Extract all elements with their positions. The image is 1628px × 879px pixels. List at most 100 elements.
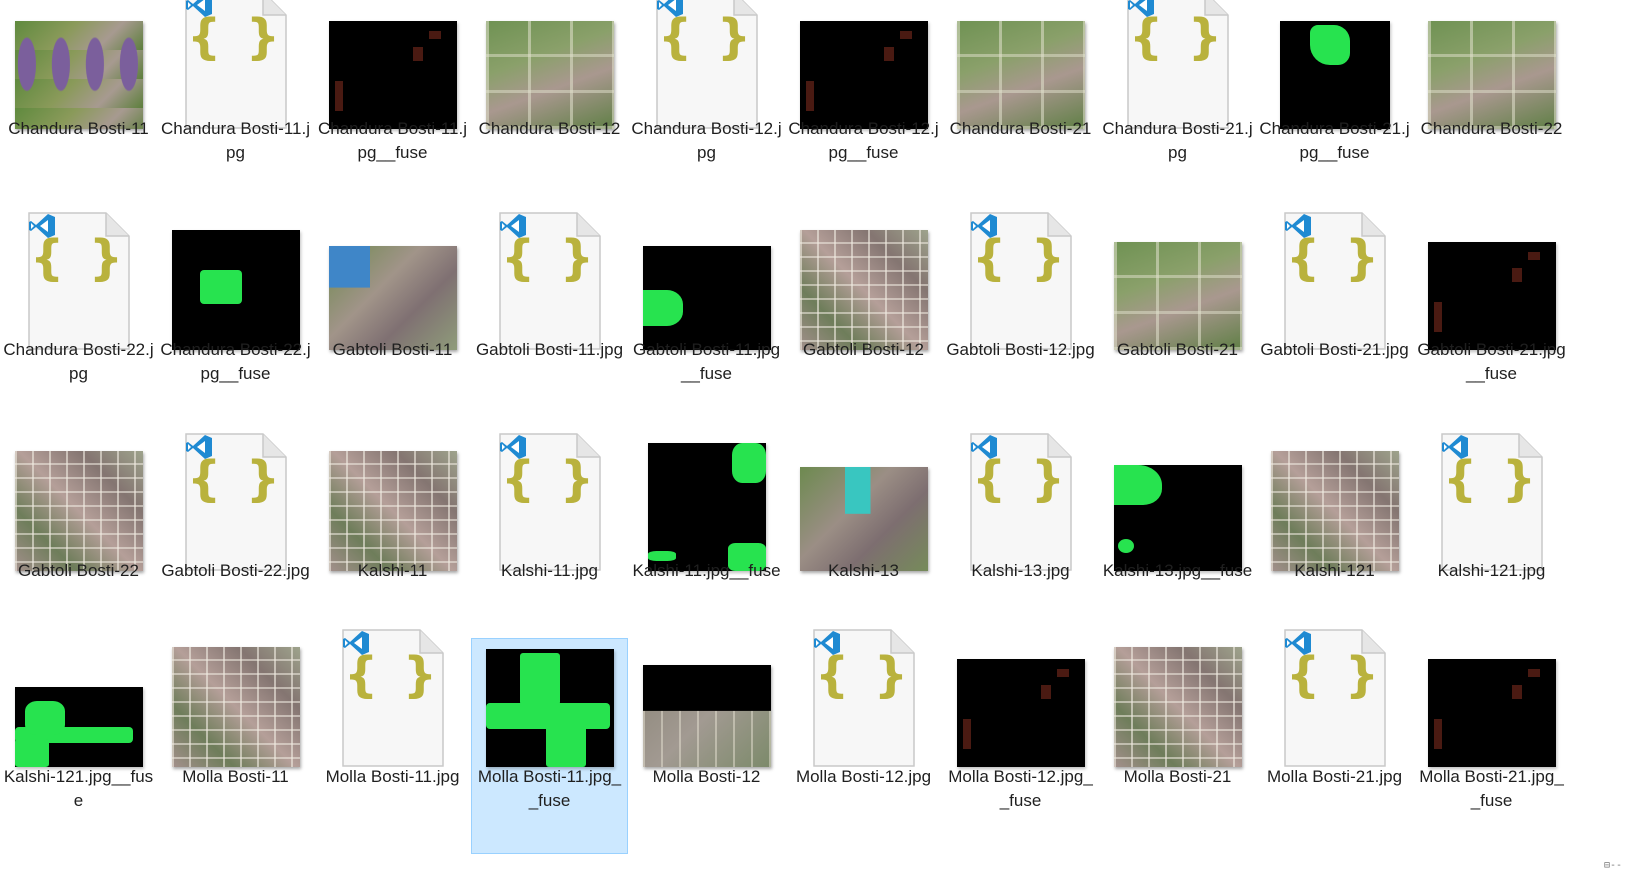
file-item-chandura-bosti-22[interactable]: Chandura Bosti-22 (1413, 0, 1570, 200)
file-item-gabtoli-bosti-11-jpg[interactable]: { } Gabtoli Bosti-11.jpg (471, 212, 628, 421)
mask-region (1527, 669, 1540, 677)
file-name-label: Kalshi-13.jpg (971, 561, 1070, 580)
file-name-label: Molla Bosti-21 (1123, 767, 1232, 786)
file-item-chandura-bosti-21[interactable]: Chandura Bosti-21 (942, 0, 1099, 200)
mask-thumbnail (485, 649, 614, 767)
vscode-icon (1284, 631, 1311, 655)
file-name-label: Molla Bosti-11 (182, 767, 289, 786)
file-name-label: Gabtoli Bosti-12 (803, 340, 924, 359)
file-name-label: Kalshi-11.jpg (500, 561, 599, 580)
file-item-chandura-bosti-22-jpg-fuse[interactable]: Chandura Bosti-22.jpg__fuse (157, 221, 314, 421)
mask-region (1117, 539, 1134, 553)
file-name-label: Gabtoli Bosti-22 (18, 561, 139, 580)
file-item-gabtoli-bosti-21[interactable]: Gabtoli Bosti-21 (1099, 221, 1256, 421)
json-file-icon: { } (184, 433, 287, 571)
file-thumbnail: { } (943, 433, 1098, 571)
file-item-gabtoli-bosti-21-jpg[interactable]: { } Gabtoli Bosti-21.jpg (1256, 212, 1413, 421)
file-item-chandura-bosti-11-jpg[interactable]: { } Chandura Bosti-11.jpg (157, 0, 314, 200)
file-thumbnail: { } (786, 629, 941, 767)
file-name-label: Chandura Bosti-21.jpg (1102, 119, 1253, 162)
mask-region (519, 653, 560, 705)
file-item-gabtoli-bosti-12[interactable]: Gabtoli Bosti-12 (785, 221, 942, 421)
file-item-molla-bosti-12-jpg-fuse[interactable]: Molla Bosti-12.jpg__fuse (942, 638, 1099, 854)
image-thumbnail (14, 21, 143, 129)
mask-region (1511, 268, 1522, 282)
file-item-molla-bosti-21[interactable]: Molla Bosti-21 (1099, 638, 1256, 854)
file-item-molla-bosti-21-jpg-fuse[interactable]: Molla Bosti-21.jpg__fuse (1413, 638, 1570, 854)
mask-thumbnail (647, 443, 766, 571)
json-file-icon: { } (27, 212, 130, 350)
file-item-chandura-bosti-21-jpg-fuse[interactable]: Chandura Bosti-21.jpg__fuse (1256, 0, 1413, 200)
file-item-kalshi-121-jpg[interactable]: { } Kalshi-121.jpg (1413, 433, 1570, 642)
file-item-chandura-bosti-12-jpg-fuse[interactable]: Chandura Bosti-12.jpg__fuse (785, 0, 942, 200)
file-name-label: Chandura Bosti-12 (478, 119, 621, 138)
file-item-kalshi-121-jpg-fuse[interactable]: Kalshi-121.jpg__fuse (0, 638, 157, 854)
file-name-label: Gabtoli Bosti-21.jpg__fuse (1417, 340, 1566, 383)
mask-region (1433, 719, 1442, 749)
vscode-icon (813, 631, 840, 655)
image-thumbnail (328, 246, 457, 350)
file-thumbnail (315, 1, 470, 129)
mask-thumbnail (799, 21, 928, 129)
file-item-gabtoli-bosti-11[interactable]: Gabtoli Bosti-11 (314, 221, 471, 421)
image-thumbnail (1270, 451, 1399, 571)
file-item-chandura-bosti-12[interactable]: Chandura Bosti-12 (471, 0, 628, 200)
file-item-molla-bosti-12-jpg[interactable]: { } Molla Bosti-12.jpg (785, 629, 942, 854)
mask-region (1040, 685, 1051, 699)
file-item-molla-bosti-11-jpg-fuse[interactable]: Molla Bosti-11.jpg__fuse (471, 638, 628, 854)
file-item-kalshi-13[interactable]: Kalshi-13 (785, 442, 942, 642)
mask-thumbnail (1427, 659, 1556, 767)
file-thumbnail (786, 1, 941, 129)
mask-region (545, 719, 586, 767)
file-item-gabtoli-bosti-11-jpg-fuse[interactable]: Gabtoli Bosti-11.jpg__fuse (628, 221, 785, 421)
file-name-label: Molla Bosti-21.jpg__fuse (1419, 767, 1564, 810)
file-item-kalshi-13-jpg[interactable]: { } Kalshi-13.jpg (942, 433, 1099, 642)
json-file-icon: { } (1283, 629, 1386, 767)
file-name-label: Molla Bosti-11.jpg__fuse (477, 767, 622, 810)
file-thumbnail (158, 639, 313, 767)
file-item-molla-bosti-21-jpg[interactable]: { } Molla Bosti-21.jpg (1256, 629, 1413, 854)
mask-thumbnail (956, 659, 1085, 767)
file-item-chandura-bosti-11[interactable]: Chandura Bosti-11 (0, 0, 157, 200)
file-thumbnail: { } (943, 212, 1098, 350)
file-item-chandura-bosti-11-jpg-fuse[interactable]: Chandura Bosti-11.jpg__fuse (314, 0, 471, 200)
file-item-kalshi-11-jpg-fuse[interactable]: Kalshi-11.jpg__fuse (628, 442, 785, 642)
file-name-label: Chandura Bosti-21.jpg__fuse (1259, 119, 1410, 162)
file-thumbnail (943, 639, 1098, 767)
image-thumbnail (485, 21, 614, 129)
file-item-gabtoli-bosti-21-jpg-fuse[interactable]: Gabtoli Bosti-21.jpg__fuse (1413, 221, 1570, 421)
file-name-label: Chandura Bosti-22.jpg__fuse (160, 340, 311, 383)
mask-region (24, 701, 65, 735)
file-thumbnail: { } (158, 0, 313, 129)
mask-thumbnail (328, 21, 457, 129)
mask-thumbnail (14, 687, 143, 767)
json-file-icon: { } (1126, 0, 1229, 129)
file-name-label: Gabtoli Bosti-12.jpg (946, 340, 1095, 359)
file-thumbnail (943, 1, 1098, 129)
file-item-kalshi-11-jpg[interactable]: { } Kalshi-11.jpg (471, 433, 628, 642)
mask-region (428, 31, 441, 39)
file-item-molla-bosti-12[interactable]: Molla Bosti-12 (628, 638, 785, 854)
file-item-molla-bosti-11-jpg[interactable]: { } Molla Bosti-11.jpg (314, 629, 471, 854)
file-item-molla-bosti-11[interactable]: Molla Bosti-11 (157, 638, 314, 854)
json-file-icon: { } (341, 629, 444, 767)
json-file-icon: { } (1440, 433, 1543, 571)
file-item-kalshi-121[interactable]: Kalshi-121 (1256, 442, 1413, 642)
mask-region (14, 739, 49, 767)
file-item-gabtoli-bosti-22[interactable]: Gabtoli Bosti-22 (0, 442, 157, 642)
mask-region (334, 81, 343, 111)
file-thumbnail: { } (1100, 0, 1255, 129)
file-name-label: Chandura Bosti-12.jpg (631, 119, 782, 162)
file-item-kalshi-11[interactable]: Kalshi-11 (314, 442, 471, 642)
mask-thumbnail (1427, 242, 1556, 350)
file-item-chandura-bosti-21-jpg[interactable]: { } Chandura Bosti-21.jpg (1099, 0, 1256, 200)
file-item-chandura-bosti-22-jpg[interactable]: { } Chandura Bosti-22.jpg (0, 212, 157, 421)
image-thumbnail (799, 230, 928, 350)
vscode-icon (28, 214, 55, 238)
file-item-gabtoli-bosti-12-jpg[interactable]: { } Gabtoli Bosti-12.jpg (942, 212, 1099, 421)
file-item-kalshi-13-jpg-fuse[interactable]: Kalshi-13.jpg__fuse (1099, 442, 1256, 642)
file-item-gabtoli-bosti-22-jpg[interactable]: { } Gabtoli Bosti-22.jpg (157, 433, 314, 642)
mask-thumbnail (642, 246, 771, 350)
mask-region (962, 719, 971, 749)
file-item-chandura-bosti-12-jpg[interactable]: { } Chandura Bosti-12.jpg (628, 0, 785, 200)
